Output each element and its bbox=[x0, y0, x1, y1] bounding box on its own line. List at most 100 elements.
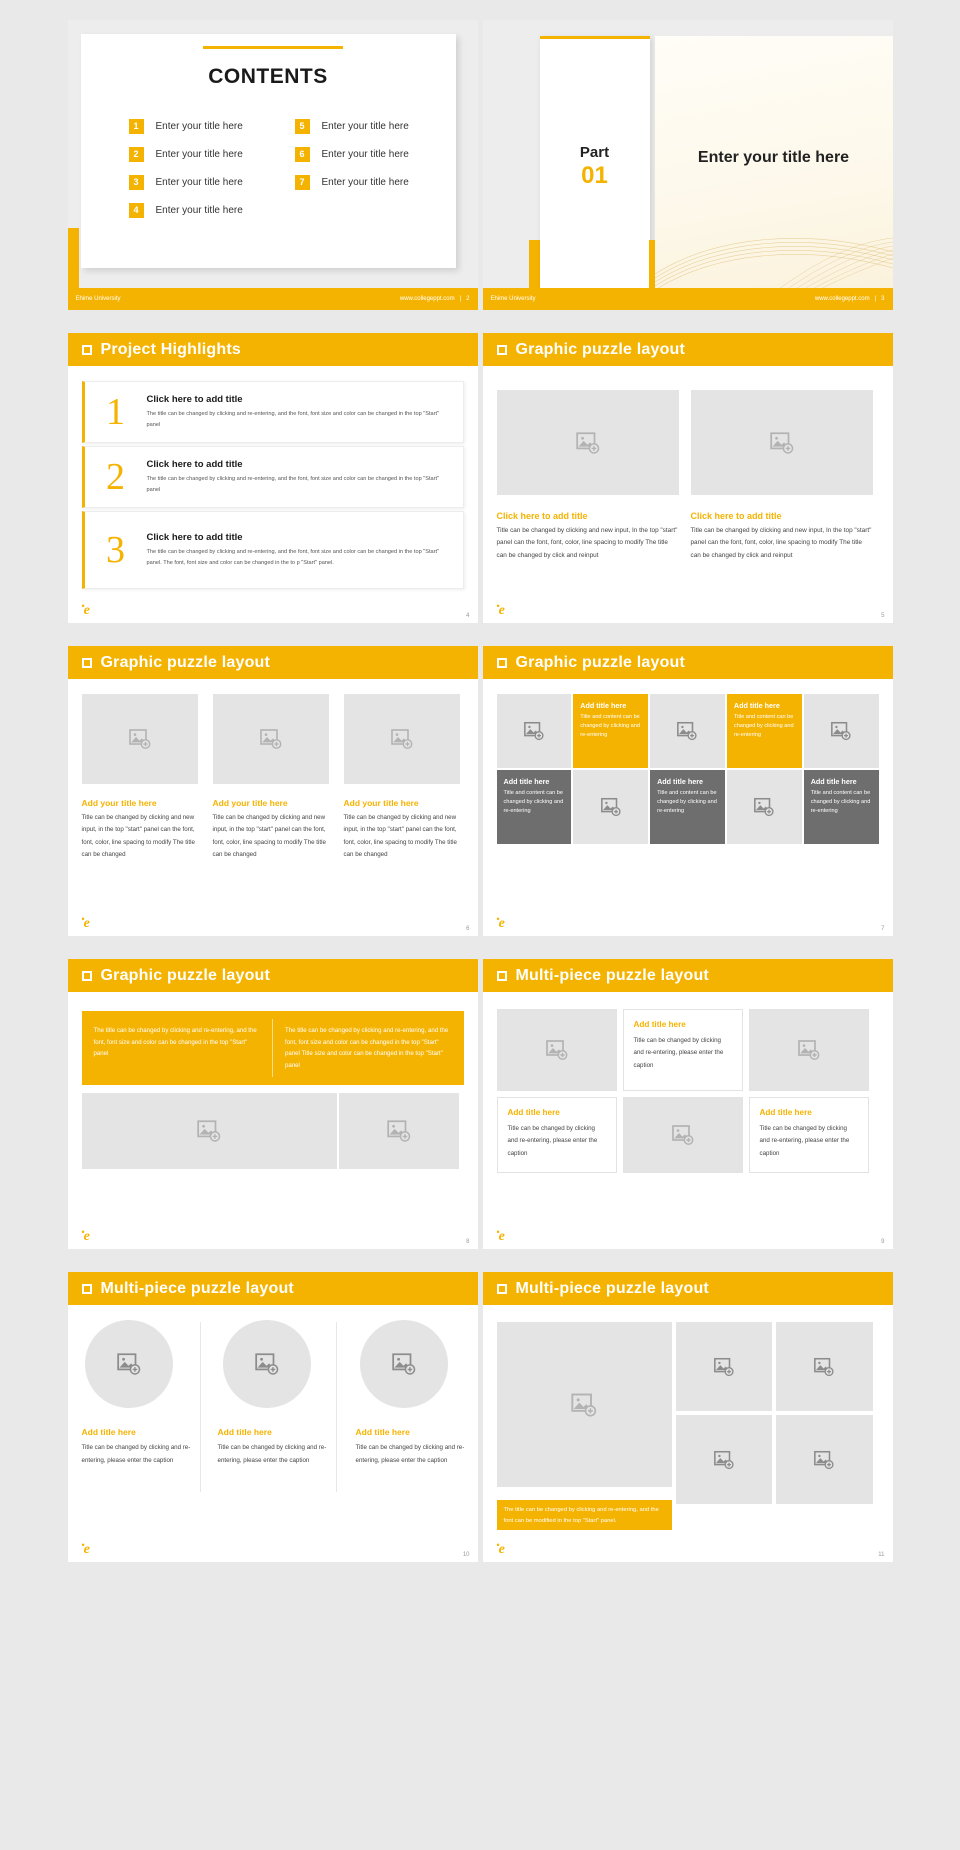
mosaic-cell-gray[interactable]: Add title here Title and content can be … bbox=[496, 770, 572, 844]
cell-body: Title and content can be changed by clic… bbox=[503, 790, 564, 815]
image-add-icon bbox=[197, 1120, 221, 1142]
box-body: Title can be changed by clicking and re-… bbox=[507, 1125, 598, 1157]
square-outline-icon bbox=[496, 1283, 507, 1294]
mosaic-cell-yellow[interactable]: Add title here Title and content can be … bbox=[573, 694, 649, 768]
list-item[interactable]: 2 Enter your title here bbox=[128, 140, 279, 168]
mosaic-cell-image[interactable] bbox=[496, 694, 572, 768]
image-placeholder[interactable] bbox=[81, 694, 198, 784]
mosaic-cell-image[interactable] bbox=[726, 770, 802, 844]
column-body: Title can be changed by clicking and new… bbox=[690, 527, 872, 559]
slide-section-divider[interactable]: Part 01 Enter your title here Ehime Univ… bbox=[482, 20, 893, 310]
slide-header: Graphic puzzle layout bbox=[482, 333, 893, 366]
image-placeholder[interactable] bbox=[496, 1322, 672, 1487]
slide-banner-puzzle[interactable]: Graphic puzzle layout The title can be c… bbox=[67, 959, 478, 1249]
slide-multipiece-three[interactable]: Multi-piece puzzle layout Add title here… bbox=[482, 959, 893, 1249]
highlight-title: Click here to add title bbox=[146, 394, 243, 406]
page-number: 10 bbox=[462, 1552, 470, 1558]
highlight-row[interactable]: 3 Click here to add title The title can … bbox=[81, 511, 464, 589]
mosaic-cell-image[interactable] bbox=[650, 694, 725, 768]
highlight-title: Click here to add title bbox=[146, 532, 243, 544]
image-add-icon bbox=[797, 1040, 819, 1060]
slide-graphic-puzzle-two[interactable]: Graphic puzzle layout Click here to add … bbox=[482, 333, 893, 623]
image-add-icon bbox=[390, 729, 412, 749]
mosaic-cell-gray[interactable]: Add title here Title and content can be … bbox=[650, 770, 725, 844]
image-placeholder[interactable] bbox=[343, 694, 460, 784]
text-box[interactable]: Add title here Title can be changed by c… bbox=[748, 1097, 869, 1173]
highlight-number: 3 bbox=[106, 529, 125, 571]
image-placeholder[interactable] bbox=[675, 1322, 772, 1411]
column-caption: Add your title here bbox=[212, 798, 288, 808]
column-caption: Add title here bbox=[355, 1427, 410, 1437]
image-add-icon bbox=[713, 1450, 734, 1469]
list-item[interactable]: 5 Enter your title here bbox=[294, 112, 445, 140]
slide-project-highlights[interactable]: Project Highlights 1 Click here to add t… bbox=[67, 333, 478, 623]
mosaic-cell-yellow[interactable]: Add title here Title and content can be … bbox=[726, 694, 802, 768]
part-label: Part bbox=[579, 144, 610, 161]
accent-bar-a bbox=[528, 240, 540, 288]
cell-title: Add title here bbox=[810, 777, 857, 786]
slide-graphic-puzzle-three[interactable]: Graphic puzzle layout Add your title her… bbox=[67, 646, 478, 936]
yellow-caption[interactable]: The title can be changed by clicking and… bbox=[496, 1500, 672, 1530]
slide-circles-puzzle[interactable]: Multi-piece puzzle layout Add title here… bbox=[67, 1272, 478, 1562]
column-body: Title can be changed by clicking and new… bbox=[496, 527, 678, 559]
slide-header: Multi-piece puzzle layout bbox=[482, 959, 893, 992]
image-add-icon bbox=[523, 721, 544, 741]
image-placeholder[interactable] bbox=[622, 1097, 743, 1173]
list-item[interactable]: 1 Enter your title here bbox=[128, 112, 279, 140]
highlight-number: 1 bbox=[106, 391, 125, 433]
accent-top-line bbox=[539, 36, 650, 39]
mosaic-cell-image[interactable] bbox=[803, 694, 879, 768]
mosaic-cell-image[interactable] bbox=[573, 770, 649, 844]
box-caption: Add title here bbox=[507, 1108, 560, 1117]
cell-title: Add title here bbox=[733, 701, 780, 710]
list-item[interactable]: 6 Enter your title here bbox=[294, 140, 445, 168]
image-placeholder[interactable] bbox=[675, 1415, 772, 1504]
image-add-icon bbox=[831, 721, 851, 741]
highlight-title: Click here to add title bbox=[146, 459, 243, 471]
text-box[interactable]: Add title here Title can be changed by c… bbox=[496, 1097, 617, 1173]
image-placeholder[interactable] bbox=[496, 1009, 617, 1091]
image-placeholder[interactable] bbox=[338, 1093, 459, 1169]
image-placeholder-circle[interactable] bbox=[222, 1320, 311, 1408]
header-title: Project Highlights bbox=[100, 340, 241, 358]
box-caption: Add title here bbox=[759, 1108, 812, 1117]
image-add-icon bbox=[677, 721, 698, 741]
item-label: Enter your title here bbox=[155, 148, 243, 160]
column-caption: Add your title here bbox=[343, 798, 419, 808]
image-placeholder[interactable] bbox=[775, 1322, 873, 1411]
text-box[interactable]: Add title here Title can be changed by c… bbox=[622, 1009, 743, 1091]
yellow-banner[interactable]: The title can be changed by clicking and… bbox=[81, 1011, 464, 1085]
column-caption: Add title here bbox=[217, 1427, 272, 1437]
highlight-row[interactable]: 2 Click here to add title The title can … bbox=[81, 446, 464, 508]
page-number: 7 bbox=[881, 926, 885, 932]
mosaic-cell-gray[interactable]: Add title here Title and content can be … bbox=[803, 770, 879, 844]
brand-mark-icon: e bbox=[81, 1543, 90, 1557]
image-placeholder-circle[interactable] bbox=[84, 1320, 173, 1408]
image-placeholder[interactable] bbox=[775, 1415, 873, 1504]
slide-mosaic-puzzle[interactable]: Graphic puzzle layout Add title here Tit… bbox=[482, 646, 893, 936]
highlight-row[interactable]: 1 Click here to add title The title can … bbox=[81, 381, 464, 443]
item-label: Enter your title here bbox=[321, 148, 409, 160]
list-item[interactable]: 3 Enter your title here bbox=[128, 168, 279, 196]
image-placeholder-circle[interactable] bbox=[359, 1320, 448, 1408]
cell-body: Title and content can be changed by clic… bbox=[580, 714, 641, 739]
image-placeholder[interactable] bbox=[81, 1093, 337, 1169]
footer-right: www.collegeppt.com | 2 bbox=[400, 296, 470, 302]
list-item[interactable]: 4 Enter your title here bbox=[128, 196, 279, 224]
highlight-text: The title can be changed by clicking and… bbox=[146, 549, 440, 566]
image-placeholder[interactable] bbox=[212, 694, 329, 784]
image-placeholder[interactable] bbox=[690, 390, 873, 495]
image-placeholder[interactable] bbox=[496, 390, 679, 495]
footer-url: www.collegeppt.com bbox=[814, 296, 870, 302]
list-item[interactable]: 7 Enter your title here bbox=[294, 168, 445, 196]
highlight-number: 2 bbox=[106, 456, 125, 498]
contents-list: 1 Enter your title here 5 Enter your tit… bbox=[128, 112, 445, 224]
brand-mark-icon: e bbox=[496, 917, 505, 931]
cell-title: Add title here bbox=[657, 777, 704, 786]
slide-multipiece-grid[interactable]: Multi-piece puzzle layout The title can … bbox=[482, 1272, 893, 1562]
item-number: 3 bbox=[128, 174, 144, 190]
square-outline-icon bbox=[81, 344, 92, 355]
image-placeholder[interactable] bbox=[748, 1009, 869, 1091]
slide-contents[interactable]: CONTENTS 1 Enter your title here 5 Enter… bbox=[67, 20, 478, 310]
column-divider bbox=[335, 1322, 337, 1492]
